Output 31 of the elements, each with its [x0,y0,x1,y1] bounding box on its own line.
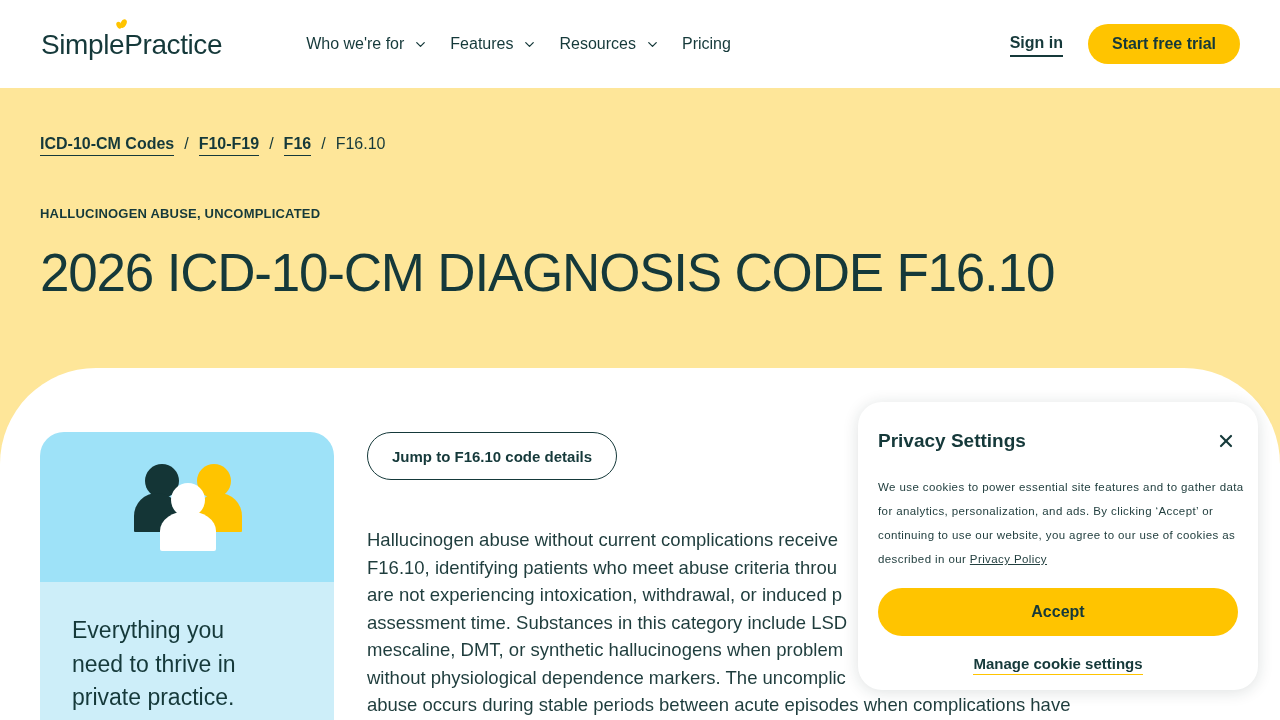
description-text-line: without physiological dependence markers. The uncomplic [367,665,846,690]
cookie-notice-text: We use cookies to power essential site features and to gather data for analytics, personalization, and ads. By clicking ‘Accept’ or continuing to use our website, you agree to our use of cookies as described in our Privacy Policy [878,480,1245,567]
breadcrumb-link[interactable]: ICD-10-CM Codes [40,135,175,156]
nav-menu-item[interactable]: Who we're for [306,35,429,53]
leaf-icon [116,19,127,30]
dialog-title: Privacy Settings [878,430,1026,452]
breadcrumb-link[interactable]: F10-F19 [198,135,260,156]
description-text-line: mescaline, DMT, or synthetic hallucinogens when problem [367,638,844,662]
description-text-line: Hallucinogen abuse without current complications receive [367,528,838,552]
promo-text: Everything you need to thrive in private practice. [72,616,237,712]
diagnosis-eyebrow: HALLUCINOGEN ABUSE, UNCOMPLICATED [40,206,321,222]
breadcrumb-separator: / [269,135,274,153]
manage-cookies-link[interactable]: Manage cookie settings [973,655,1143,675]
logo-wordmark[interactable]: SimplePractice [41,29,223,61]
privacy-policy-link[interactable]: Privacy Policy [969,553,1047,565]
breadcrumb-separator: / [321,135,326,153]
breadcrumb-current: F16.10 [335,135,386,153]
jump-to-details-button[interactable]: Jump to F16.10 code details [367,432,618,480]
breadcrumb-separator: / [184,135,189,153]
nav-menu-item[interactable]: Resources [559,35,660,53]
description-text-line: abuse occurs during stable periods between acute episodes when complications have [367,693,1071,717]
description-text-line: are not experiencing intoxication, withdrawal, or induced p [367,583,843,607]
description-text-line: assessment time. Substances in this category include LSD [367,610,848,635]
sign-in-link[interactable]: Sign in [1009,33,1063,57]
nav-menu-item[interactable]: Pricing [681,35,731,53]
page-title: 2026 ICD-10-CM DIAGNOSIS CODE F16.10 [40,242,1055,304]
accept-button[interactable]: Accept [878,588,1238,636]
description-text-line: F16.10, identifying patients who meet abuse criteria throu [367,555,837,580]
start-trial-button[interactable]: Start free trial [1087,24,1240,64]
breadcrumb-link[interactable]: F16 [283,135,312,156]
nav-menu-item[interactable]: Features [450,35,538,53]
